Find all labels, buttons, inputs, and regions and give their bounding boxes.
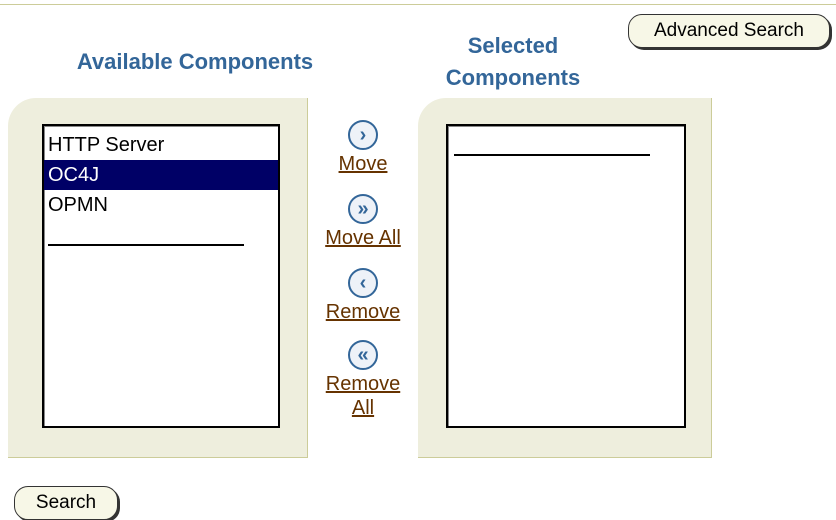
remove-all-link[interactable]: Remove All	[308, 372, 418, 420]
selected-components-heading: Selected Components	[428, 30, 598, 94]
remove-all-control[interactable]: « Remove All	[308, 340, 418, 420]
list-item-oc4j[interactable]: OC4J	[44, 160, 278, 190]
double-chevron-left-icon[interactable]: «	[348, 340, 378, 370]
search-button[interactable]: Search	[14, 486, 118, 520]
list-item-opmn[interactable]: OPMN	[44, 190, 278, 220]
move-all-control[interactable]: » Move All	[308, 194, 418, 250]
list-placeholder-line	[454, 154, 650, 156]
remove-link[interactable]: Remove	[308, 300, 418, 324]
move-control[interactable]: › Move	[308, 120, 418, 176]
move-all-link[interactable]: Move All	[308, 226, 418, 250]
list-placeholder-line	[48, 244, 244, 246]
move-link[interactable]: Move	[308, 152, 418, 176]
top-divider	[0, 4, 836, 5]
available-components-list[interactable]: HTTP Server OC4J OPMN	[42, 124, 280, 428]
selected-heading-line1: Selected	[467, 33, 559, 58]
remove-control[interactable]: ‹ Remove	[308, 268, 418, 324]
chevron-left-icon[interactable]: ‹	[348, 268, 378, 298]
advanced-search-button[interactable]: Advanced Search	[628, 14, 830, 48]
available-components-heading: Available Components	[76, 49, 314, 74]
chevron-right-icon[interactable]: ›	[348, 120, 378, 150]
remove-all-line1[interactable]: Remove	[326, 373, 400, 395]
double-chevron-right-icon[interactable]: »	[348, 194, 378, 224]
remove-all-line2[interactable]: All	[352, 397, 374, 419]
selected-components-list[interactable]	[446, 124, 686, 428]
shuttle-controls: › Move » Move All ‹ Remove « Remove All	[308, 118, 418, 438]
selected-heading-line2: Components	[445, 65, 581, 90]
list-item-http-server[interactable]: HTTP Server	[44, 130, 278, 160]
